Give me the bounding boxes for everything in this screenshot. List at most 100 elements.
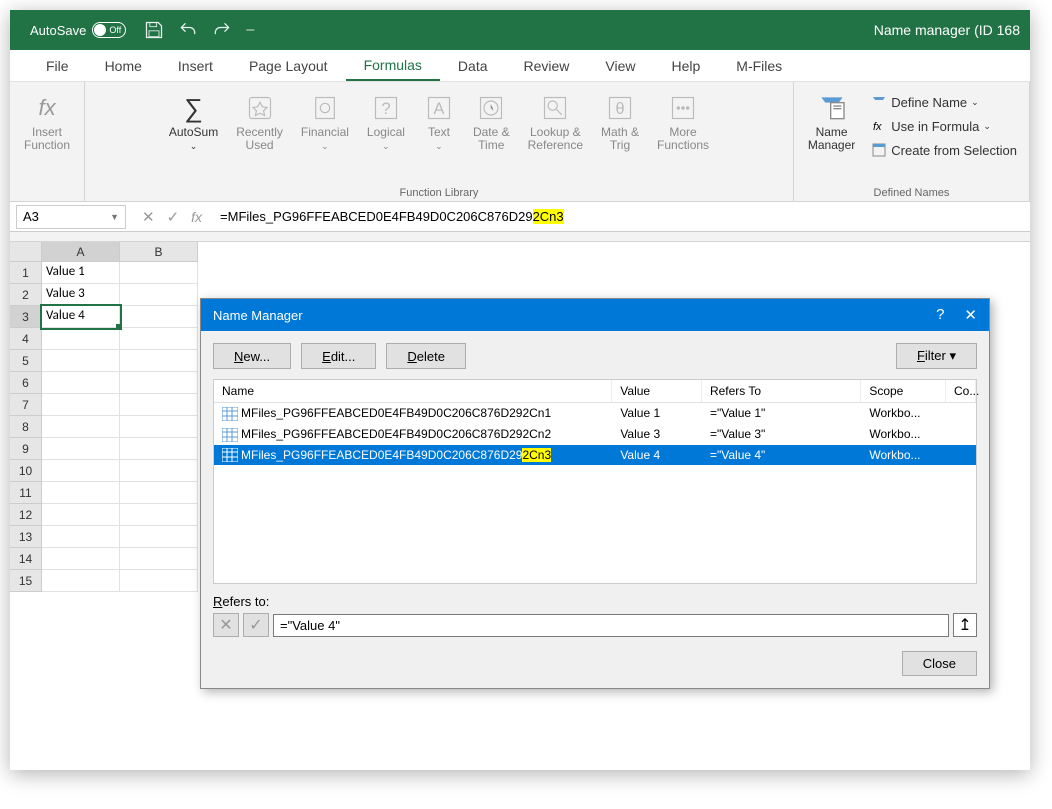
- row-header[interactable]: 3: [10, 306, 42, 328]
- logical-button[interactable]: ? Logical⌄: [361, 88, 411, 156]
- cell[interactable]: Value 1: [42, 262, 120, 284]
- cell[interactable]: [42, 438, 120, 460]
- close-icon[interactable]: ✕: [964, 306, 977, 324]
- name-manager-button[interactable]: Name Manager: [802, 88, 861, 156]
- financial-button[interactable]: Financial⌄: [295, 88, 355, 156]
- name-row[interactable]: MFiles_PG96FFEABCED0E4FB49D0C206C876D292…: [214, 445, 976, 466]
- define-name-button[interactable]: Define Name ⌄: [867, 92, 1021, 112]
- use-in-formula-button[interactable]: fxUse in Formula ⌄: [867, 116, 1021, 136]
- create-from-selection-button[interactable]: Create from Selection: [867, 140, 1021, 160]
- cell[interactable]: [42, 416, 120, 438]
- cell[interactable]: [42, 504, 120, 526]
- row-header[interactable]: 4: [10, 328, 42, 350]
- col-header[interactable]: B: [120, 242, 198, 262]
- row-header[interactable]: 15: [10, 570, 42, 592]
- cell[interactable]: [120, 482, 198, 504]
- col-comment[interactable]: Co...: [946, 380, 976, 402]
- row-header[interactable]: 14: [10, 548, 42, 570]
- cell[interactable]: Value 3: [42, 284, 120, 306]
- tab-page-layout[interactable]: Page Layout: [231, 52, 346, 80]
- refers-to-input[interactable]: [273, 614, 949, 637]
- row-header[interactable]: 1: [10, 262, 42, 284]
- row-header[interactable]: 12: [10, 504, 42, 526]
- cell[interactable]: [120, 438, 198, 460]
- row-header[interactable]: 5: [10, 350, 42, 372]
- cell[interactable]: [42, 482, 120, 504]
- cell[interactable]: [42, 526, 120, 548]
- row-header[interactable]: 13: [10, 526, 42, 548]
- col-name[interactable]: Name: [214, 380, 612, 402]
- name-box[interactable]: A3 ▼: [16, 205, 126, 229]
- col-header[interactable]: A: [42, 242, 120, 262]
- refers-cancel-button[interactable]: ✕: [213, 613, 239, 637]
- math-trig-button[interactable]: θ Math & Trig: [595, 88, 645, 156]
- row-header[interactable]: 2: [10, 284, 42, 306]
- save-icon[interactable]: [144, 20, 164, 40]
- cell[interactable]: [120, 328, 198, 350]
- qat-customize[interactable]: ⎯: [246, 21, 254, 39]
- cell[interactable]: [120, 504, 198, 526]
- undo-icon[interactable]: [178, 20, 198, 40]
- refers-accept-button[interactable]: ✓: [243, 613, 269, 637]
- cell[interactable]: [120, 306, 198, 328]
- cell[interactable]: [120, 284, 198, 306]
- date-time-button[interactable]: Date & Time: [467, 88, 516, 156]
- cell[interactable]: [42, 460, 120, 482]
- cell[interactable]: [42, 570, 120, 592]
- cell[interactable]: [120, 548, 198, 570]
- help-icon[interactable]: ?: [936, 306, 944, 324]
- cell[interactable]: [120, 526, 198, 548]
- collapse-dialog-icon[interactable]: ↥: [953, 613, 977, 637]
- name-row[interactable]: MFiles_PG96FFEABCED0E4FB49D0C206C876D292…: [214, 424, 976, 445]
- cell[interactable]: [42, 372, 120, 394]
- cell[interactable]: [120, 570, 198, 592]
- tab-file[interactable]: File: [28, 52, 87, 80]
- filter-button[interactable]: Filter ▾: [896, 343, 977, 369]
- tab-formulas[interactable]: Formulas: [346, 51, 440, 81]
- delete-button[interactable]: Delete: [386, 343, 466, 369]
- cell[interactable]: [120, 416, 198, 438]
- tab-mfiles[interactable]: M-Files: [718, 52, 800, 80]
- cell[interactable]: [42, 548, 120, 570]
- cell[interactable]: [42, 394, 120, 416]
- more-functions-button[interactable]: More Functions: [651, 88, 715, 156]
- formula-input[interactable]: =MFiles_PG96FFEABCED0E4FB49D0C206C876D29…: [212, 209, 1030, 225]
- enter-icon[interactable]: ✓: [167, 208, 180, 226]
- tab-view[interactable]: View: [587, 52, 653, 80]
- row-header[interactable]: 10: [10, 460, 42, 482]
- row-header[interactable]: 11: [10, 482, 42, 504]
- cell[interactable]: [120, 372, 198, 394]
- cell[interactable]: [120, 350, 198, 372]
- tab-insert[interactable]: Insert: [160, 52, 231, 80]
- col-value[interactable]: Value: [612, 380, 702, 402]
- fx-icon[interactable]: fx: [191, 209, 202, 225]
- lookup-ref-button[interactable]: Lookup & Reference: [522, 88, 589, 156]
- tab-data[interactable]: Data: [440, 52, 506, 80]
- recently-used-button[interactable]: Recently Used: [230, 88, 289, 156]
- autosum-button[interactable]: ∑ AutoSum⌄: [163, 88, 224, 156]
- col-scope[interactable]: Scope: [861, 380, 946, 402]
- name-row[interactable]: MFiles_PG96FFEABCED0E4FB49D0C206C876D292…: [214, 403, 976, 424]
- cell[interactable]: [120, 262, 198, 284]
- col-refers[interactable]: Refers To: [702, 380, 861, 402]
- new-button[interactable]: New...: [213, 343, 291, 369]
- dialog-titlebar[interactable]: Name Manager ? ✕: [201, 299, 989, 331]
- cell[interactable]: Value 4: [42, 306, 120, 328]
- tab-help[interactable]: Help: [654, 52, 719, 80]
- edit-button[interactable]: Edit...: [301, 343, 376, 369]
- close-button[interactable]: Close: [902, 651, 977, 676]
- row-header[interactable]: 6: [10, 372, 42, 394]
- tab-home[interactable]: Home: [87, 52, 160, 80]
- redo-icon[interactable]: [212, 20, 232, 40]
- text-button[interactable]: A Text⌄: [417, 88, 461, 156]
- autosave-toggle[interactable]: AutoSave Off: [30, 22, 126, 38]
- row-header[interactable]: 8: [10, 416, 42, 438]
- row-header[interactable]: 7: [10, 394, 42, 416]
- row-header[interactable]: 9: [10, 438, 42, 460]
- cell[interactable]: [120, 460, 198, 482]
- cell[interactable]: [120, 394, 198, 416]
- cell[interactable]: [42, 328, 120, 350]
- insert-function-button[interactable]: fx Insert Function: [18, 88, 76, 156]
- cell[interactable]: [42, 350, 120, 372]
- tab-review[interactable]: Review: [506, 52, 588, 80]
